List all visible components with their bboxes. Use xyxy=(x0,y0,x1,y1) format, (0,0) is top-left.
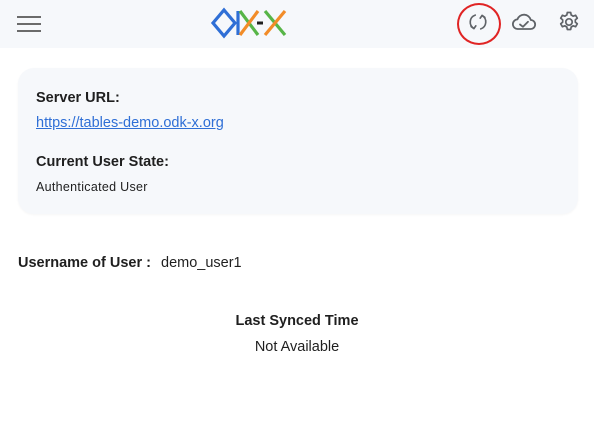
user-state-value: Authenticated User xyxy=(36,180,148,194)
server-url-link[interactable]: https://tables-demo.odk-x.org xyxy=(36,115,224,131)
sync-icon xyxy=(467,11,489,37)
server-info-card: Server URL: https://tables-demo.odk-x.or… xyxy=(18,68,578,214)
odk-x-logo xyxy=(210,6,290,40)
server-url-label: Server URL: xyxy=(36,90,120,106)
username-value: demo_user1 xyxy=(161,255,242,271)
hamburger-menu-icon[interactable] xyxy=(14,10,44,38)
last-synced-value: Not Available xyxy=(254,339,340,355)
last-synced-title: Last Synced Time xyxy=(235,313,359,329)
username-label: Username of User : xyxy=(18,255,151,271)
cloud-icon xyxy=(511,11,537,37)
sync-button[interactable] xyxy=(460,6,496,42)
cloud-button[interactable] xyxy=(506,6,542,42)
username-row: Username of User : demo_user1 xyxy=(18,255,242,271)
top-app-bar xyxy=(0,0,594,48)
gear-icon xyxy=(557,10,581,38)
settings-button[interactable] xyxy=(551,6,587,42)
user-state-label: Current User State: xyxy=(36,154,169,170)
